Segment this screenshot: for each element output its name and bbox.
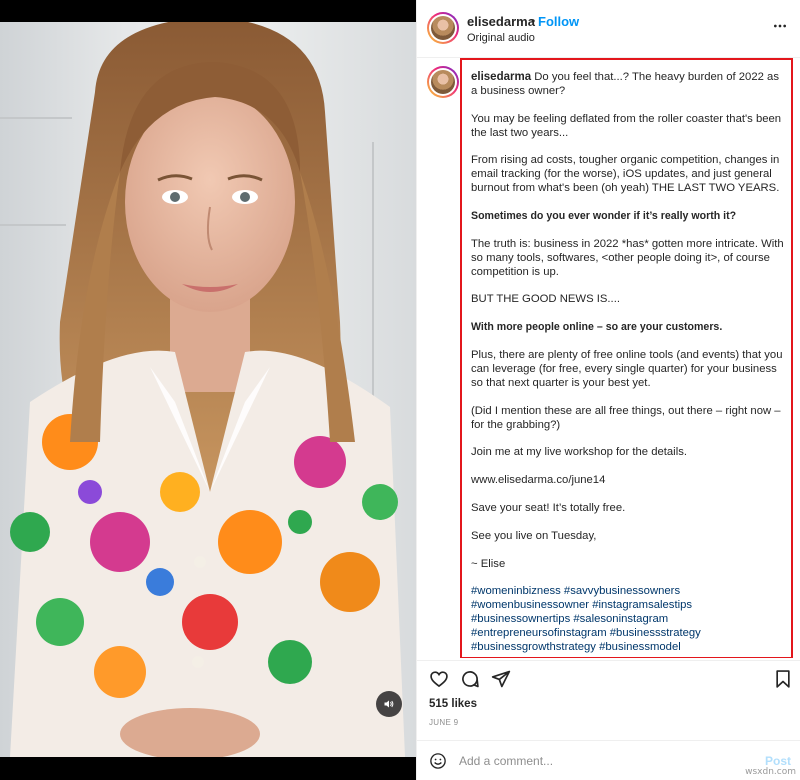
caption-paragraph: The truth is: business in 2022 *has* got…	[471, 237, 784, 278]
comment-bar: Post	[417, 740, 800, 780]
highlight-box: elisedarma Do you feel that...? The heav…	[460, 58, 793, 658]
hashtag-line[interactable]: #womeninbizness #savvybusinessowners	[471, 585, 787, 599]
hashtag-line[interactable]: #businessownertips #salesoninstagram	[471, 613, 787, 627]
caption-text: elisedarma Do you feel that...? The heav…	[471, 71, 787, 655]
post-date: JUNE 9	[429, 718, 459, 727]
send-icon[interactable]	[491, 669, 511, 689]
caption-paragraph: (Did I mention these are all free things…	[471, 404, 781, 431]
caption-paragraph: See you live on Tuesday,	[471, 529, 597, 542]
hashtag-line[interactable]: #businessgrowthstrategy #businessmodel	[471, 641, 787, 655]
caption-paragraph: From rising ad costs, tougher organic co…	[471, 154, 780, 195]
caption-username[interactable]: elisedarma	[471, 71, 531, 83]
caption-link: www.elisedarma.co/june14	[471, 474, 606, 487]
caption-paragraph: ~ Elise	[471, 557, 506, 570]
video-player[interactable]	[0, 22, 416, 757]
comment-icon[interactable]	[460, 669, 480, 689]
header-username[interactable]: elisedarma	[467, 14, 535, 29]
avatar[interactable]	[427, 12, 459, 44]
post-media	[0, 0, 416, 780]
audio-label[interactable]: Original audio	[467, 32, 535, 44]
more-horizontal-icon[interactable]	[772, 18, 788, 34]
post-details-panel: elisedarma • Follow Original audio elise…	[416, 0, 800, 780]
hashtag-line[interactable]: #womenbusinessowner #instagramsalestips	[471, 599, 787, 613]
caption-section: elisedarma Do you feel that...? The heav…	[417, 58, 800, 658]
likes-count[interactable]: 515 likes	[429, 698, 477, 710]
watermark: wsxdn.com	[745, 767, 796, 777]
caption-avatar[interactable]	[427, 66, 459, 98]
video-person-illustration	[10, 22, 405, 757]
action-bar	[417, 660, 800, 694]
caption-paragraph: Sometimes do you ever wonder if it’s rea…	[471, 210, 737, 223]
follow-button[interactable]: Follow	[538, 14, 579, 29]
emoji-icon[interactable]	[429, 752, 447, 770]
post-header: elisedarma • Follow Original audio	[417, 0, 800, 58]
separator-dot: •	[531, 14, 536, 28]
caption-paragraph: You may be feeling deflated from the rol…	[471, 112, 782, 139]
heart-icon[interactable]	[429, 669, 449, 689]
post-button[interactable]: Post	[765, 754, 791, 768]
hashtag-block: #womeninbizness #savvybusinessowners #wo…	[471, 585, 787, 655]
caption-paragraph: Join me at my live workshop for the deta…	[471, 446, 687, 459]
caption-paragraph: Save your seat! It’s totally free.	[471, 501, 626, 514]
mute-button[interactable]	[376, 691, 402, 717]
speaker-icon	[384, 700, 394, 708]
caption-paragraph: With more people online – so are your cu…	[471, 321, 723, 334]
caption-paragraph: Plus, there are plenty of free online to…	[471, 349, 783, 389]
bookmark-icon[interactable]	[773, 669, 793, 689]
comment-input[interactable]	[459, 750, 749, 772]
caption-paragraph: BUT THE GOOD NEWS IS....	[471, 293, 620, 306]
hashtag-line[interactable]: #entrepreneursofinstagram #businessstrat…	[471, 627, 787, 641]
